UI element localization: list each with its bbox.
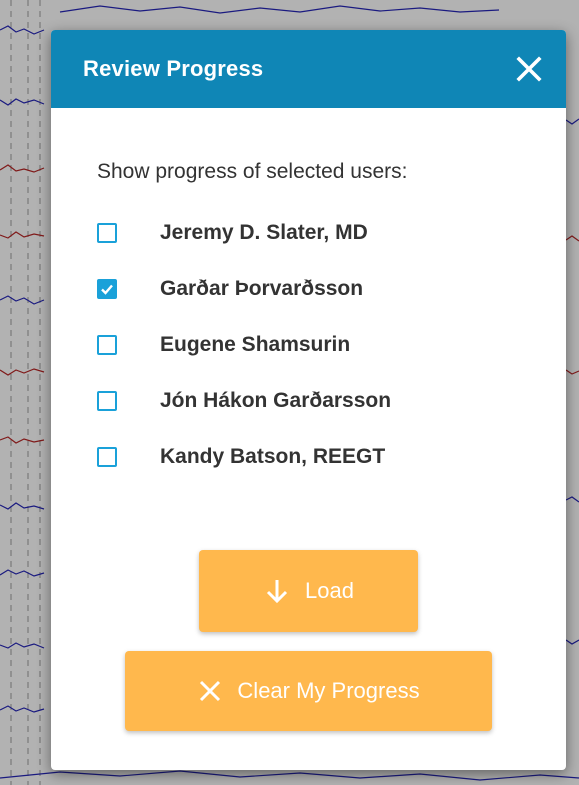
user-checkbox-checked[interactable] (97, 279, 117, 299)
close-icon (516, 56, 542, 82)
user-checkbox[interactable] (97, 447, 117, 467)
dialog-title: Review Progress (83, 56, 264, 81)
load-button-label: Load (305, 578, 354, 603)
user-checkbox[interactable] (97, 391, 117, 411)
users-section-label: Show progress of selected users: (97, 160, 408, 183)
user-checkbox[interactable] (97, 335, 117, 355)
close-button[interactable] (512, 52, 546, 86)
review-progress-dialog: Review Progress Show progress of selecte… (51, 30, 566, 770)
user-row-kandy-batson[interactable]: Kandy Batson, REEGT (97, 444, 391, 470)
user-row-jeremy-slater[interactable]: Jeremy D. Slater, MD (97, 220, 391, 246)
x-icon (197, 678, 223, 704)
user-row-gardar-thorvardsson[interactable]: Garðar Þorvarðsson (97, 276, 391, 302)
user-name: Jón Hákon Garðarsson (160, 389, 392, 412)
user-name: Garðar Þorvarðsson (160, 277, 364, 300)
user-name: Jeremy D. Slater, MD (160, 221, 368, 244)
user-row-jon-hakon-gardarsson[interactable]: Jón Hákon Garðarsson (97, 388, 391, 414)
clear-progress-button[interactable]: Clear My Progress (125, 651, 492, 731)
load-button[interactable]: Load (199, 550, 418, 632)
user-row-eugene-shamsurin[interactable]: Eugene Shamsurin (97, 332, 391, 358)
user-name: Kandy Batson, REEGT (160, 445, 386, 468)
user-checkbox-list: Jeremy D. Slater, MD Garðar Þorvarðsson … (97, 220, 391, 500)
user-checkbox[interactable] (97, 223, 117, 243)
user-name: Eugene Shamsurin (160, 333, 351, 356)
checkmark-icon (101, 284, 113, 295)
arrow-down-icon (263, 577, 291, 605)
clear-button-label: Clear My Progress (237, 678, 420, 703)
dialog-header: Review Progress (51, 30, 566, 108)
